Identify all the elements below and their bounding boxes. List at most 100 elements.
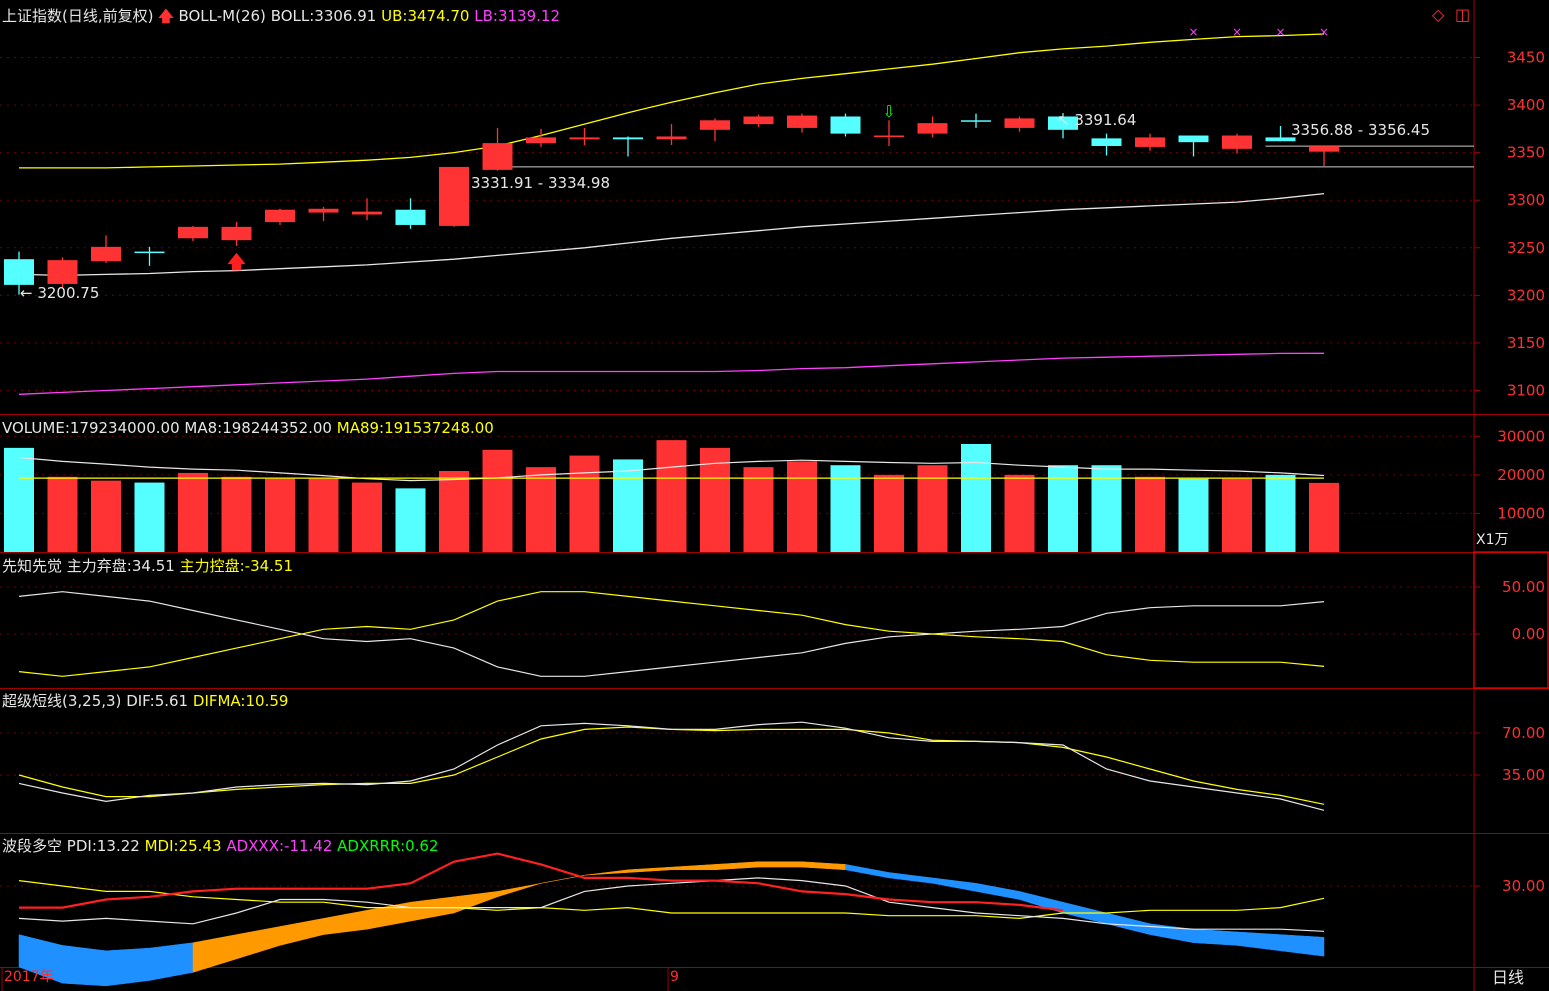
volume-bar: [1135, 476, 1165, 552]
volume-bar: [221, 476, 252, 552]
up-arrow-icon: 🡅: [158, 7, 174, 25]
difma-value: 10.59: [245, 692, 289, 710]
kongpan-label: 主力控盘:: [179, 557, 245, 575]
xzxj-tick-label: 50.00: [1502, 578, 1545, 596]
bddk-band-segment: [671, 864, 716, 871]
bddk-band-segment: [801, 861, 846, 871]
lb-value: 3139.12: [497, 7, 560, 25]
boll-lb-line: [18, 352, 1325, 395]
candle-body: [700, 120, 730, 130]
cjdx-tick-label: 70.00: [1502, 724, 1545, 742]
x-marker-icon: ×: [1232, 25, 1242, 39]
xzxj-header: 先知先觉 主力弃盘:34.51 主力控盘:-34.51: [2, 557, 293, 575]
diamond-icon[interactable]: ◇: [1432, 6, 1444, 24]
candle-body: [830, 116, 861, 134]
adxxx-label: ADXXX:: [226, 837, 285, 855]
candle-body: [1309, 146, 1339, 152]
lb-label: LB:: [474, 7, 498, 25]
cjdx-difma-line: [18, 726, 1325, 805]
high-price-annotation: ↖ 3391.64: [1057, 111, 1137, 129]
chart-header: 上证指数(日线,前复权) 🡅 BOLL-M(26) BOLL:3306.91 U…: [2, 7, 560, 25]
gap-low-annotation: 3331.91 - 3334.98: [471, 174, 611, 192]
price-tick-label: 3250: [1507, 239, 1545, 257]
xzxj-name[interactable]: 先知先觉: [2, 557, 62, 575]
candle-body: [917, 123, 948, 134]
price-tick-label: 3100: [1507, 381, 1545, 399]
volume-bar: [1222, 478, 1252, 552]
volume-bar: [1004, 474, 1035, 552]
low-price-annotation: ← 3200.75: [20, 284, 100, 302]
volume-value: 179234000.00: [69, 419, 180, 437]
candle-body: [134, 251, 165, 254]
ma8-value: 198244352.00: [222, 419, 332, 437]
bddk-band-segment: [192, 934, 237, 973]
volume-tick-label: 10000: [1497, 504, 1545, 522]
ma89-label: MA89:: [336, 419, 385, 437]
candle-body: [4, 259, 34, 285]
dif-value: 5.61: [154, 692, 189, 710]
volume-bar: [526, 467, 556, 552]
volume-bar: [178, 472, 208, 552]
candle-body: [1004, 118, 1035, 128]
bddk-band-segment: [584, 869, 629, 876]
bddk-band-segment: [105, 947, 150, 987]
time-axis-start: 2017年: [4, 969, 54, 985]
bddk-band-segment: [975, 882, 1020, 900]
adxxx-value: -11.42: [284, 837, 333, 855]
candle-body: [787, 115, 817, 128]
panel-highlight: [1473, 551, 1549, 689]
x-marker-icon: ×: [1188, 25, 1198, 39]
candle-body: [482, 143, 513, 170]
volume-name[interactable]: VOLUME:: [2, 419, 70, 437]
bddk-band-segment: [323, 909, 368, 935]
candle-body: [1222, 135, 1252, 149]
bddk-band-segment: [932, 877, 977, 892]
kongpan-value: -34.51: [244, 557, 294, 575]
volume-bar: [352, 482, 382, 552]
candle-body: [178, 226, 208, 239]
candle-body: [613, 137, 643, 140]
boll-mid-line: [18, 192, 1325, 277]
cjdx-dif-line: [18, 721, 1325, 811]
bddk-name[interactable]: 波段多空: [2, 837, 62, 855]
volume-bar: [265, 478, 295, 552]
volume-bar: [308, 478, 339, 552]
candle-body: [569, 137, 600, 140]
difma-label: DIFMA:: [192, 692, 246, 710]
bddk-band-segment: [758, 861, 803, 868]
boll-indicator-name[interactable]: BOLL-M(26): [178, 7, 265, 25]
period-selector[interactable]: 日线: [1492, 969, 1524, 987]
candle-body: [221, 226, 252, 241]
volume-tick-label: 30000: [1497, 427, 1545, 445]
candle-body: [1135, 137, 1165, 147]
bddk-band-segment: [410, 896, 455, 922]
candle-body: [1178, 135, 1209, 143]
bddk-band-segment: [888, 872, 933, 884]
pdi-label: PDI:: [66, 837, 97, 855]
volume-bar: [1309, 482, 1339, 552]
candle-body: [352, 211, 382, 215]
volume-bar: [439, 471, 469, 552]
time-axis-mid: 9: [670, 969, 679, 985]
candle-body: [439, 166, 469, 226]
bddk-band-segment: [149, 942, 194, 981]
stock-title: 上证指数(日线,前复权): [2, 7, 154, 25]
bddk-band-segment: [279, 918, 324, 946]
cjdx-name[interactable]: 超级短线(3,25,3): [2, 692, 121, 710]
volume-bar: [743, 467, 774, 552]
candle-body: [743, 116, 774, 125]
volume-bar: [656, 440, 687, 552]
dif-label: DIF:: [126, 692, 155, 710]
price-tick-label: 3200: [1507, 286, 1545, 304]
volume-bar: [569, 455, 600, 552]
candle-body: [526, 137, 556, 144]
price-tick-label: 3350: [1507, 144, 1545, 162]
qipan-label: 主力弃盘:: [66, 557, 132, 575]
mdi-label: MDI:: [144, 837, 179, 855]
volume-bar: [134, 482, 165, 552]
x-marker-icon: ×: [1275, 25, 1285, 39]
candle-body: [308, 208, 339, 213]
pdi-value: 13.22: [96, 837, 140, 855]
window-toggle-icon[interactable]: ◫: [1455, 6, 1470, 24]
ma89-value: 191537248.00: [384, 419, 494, 437]
